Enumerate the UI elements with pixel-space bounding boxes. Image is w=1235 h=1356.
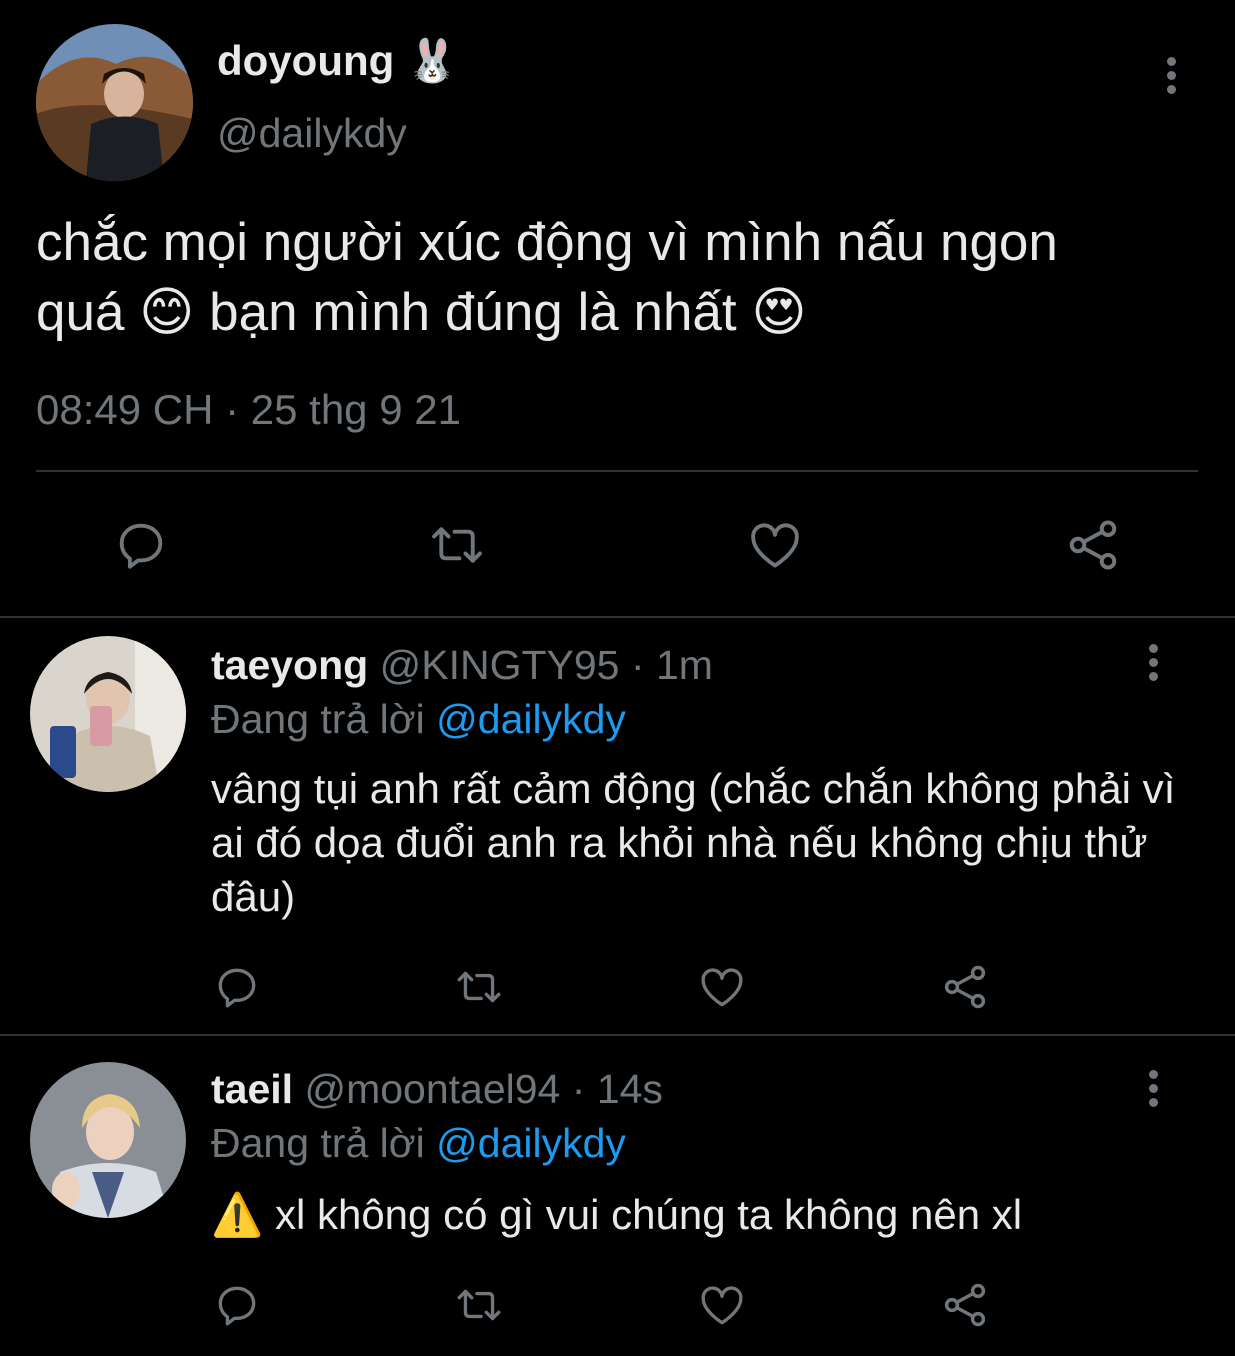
tweet-text: chắc mọi người xúc động vì mình nấu ngon… — [36, 208, 1196, 348]
user-handle[interactable]: @moontael94 — [304, 1066, 560, 1112]
display-name-text[interactable]: doyoung — [217, 37, 394, 85]
user-handle[interactable]: @KINGTY95 — [380, 642, 620, 688]
reply-button[interactable] — [108, 512, 174, 578]
reply-button[interactable] — [208, 958, 266, 1016]
replying-to-label: Đang trả lời — [211, 1120, 425, 1166]
reply-tweet[interactable]: taeil @moontael94 · 14s Đang trả lời @da… — [0, 1036, 1235, 1356]
display-name[interactable]: taeil — [211, 1066, 293, 1112]
tweet-text-segment: bạn mình đúng là nhất — [209, 283, 737, 342]
retweet-button[interactable] — [450, 958, 508, 1016]
share-icon — [1069, 520, 1117, 570]
more-options-icon[interactable] — [1163, 57, 1179, 97]
tweet-text-segment: quá — [36, 283, 125, 342]
display-name[interactable]: taeyong — [211, 642, 368, 688]
like-button[interactable] — [742, 512, 808, 578]
retweet-icon — [457, 1289, 501, 1321]
divider — [36, 470, 1198, 472]
tweet-text-line: quá 😊 bạn mình đúng là nhất 😍 — [36, 278, 1196, 348]
replying-to-label: Đang trả lời — [211, 696, 425, 742]
share-icon — [944, 1283, 986, 1327]
avatar[interactable] — [30, 636, 186, 792]
more-options-icon[interactable] — [1145, 1070, 1161, 1110]
reply-icon — [119, 523, 163, 569]
tweet-timestamp[interactable]: 08:49 CH · 25 thg 9 21 — [36, 386, 461, 434]
retweet-icon — [432, 527, 482, 563]
reply-timestamp[interactable]: 14s — [597, 1066, 663, 1112]
reply-timestamp[interactable]: 1m — [656, 642, 713, 688]
replying-to: Đang trả lời @dailykdy — [211, 1120, 626, 1167]
main-tweet: doyoung 🐰 @dailykdy chắc mọi người xúc đ… — [0, 0, 1235, 616]
reply-header: taeyong @KINGTY95 · 1m — [211, 642, 713, 689]
display-name[interactable]: doyoung 🐰 — [217, 36, 459, 86]
reply-text: ⚠️ xl không có gì vui chúng ta không nên… — [211, 1188, 1201, 1242]
share-button[interactable] — [936, 958, 994, 1016]
reply-text: vâng tụi anh rất cảm động (chắc chắn khô… — [211, 765, 1176, 920]
share-button[interactable] — [936, 1276, 994, 1334]
reply-icon — [218, 1286, 256, 1326]
reply-header: taeil @moontael94 · 14s — [211, 1066, 663, 1113]
heart-icon — [701, 968, 743, 1007]
like-button[interactable] — [693, 1276, 751, 1334]
mention-link[interactable]: @dailykdy — [436, 696, 626, 742]
heart-icon — [751, 523, 799, 568]
retweet-button[interactable] — [424, 512, 490, 578]
mention-link[interactable]: @dailykdy — [436, 1120, 626, 1166]
avatar[interactable] — [36, 24, 193, 181]
separator-dot: · — [571, 1066, 586, 1112]
separator-dot: · — [630, 642, 645, 688]
reply-text-content: xl không có gì vui chúng ta không nên xl — [274, 1191, 1023, 1238]
heart-icon — [701, 1286, 743, 1325]
share-button[interactable] — [1060, 512, 1126, 578]
tweet-text-line: chắc mọi người xúc động vì mình nấu ngon — [36, 213, 1058, 272]
retweet-icon — [457, 971, 501, 1003]
avatar[interactable] — [30, 1062, 186, 1218]
user-handle[interactable]: @dailykdy — [217, 110, 407, 157]
rabbit-icon: 🐰 — [406, 36, 459, 85]
reply-icon — [218, 968, 256, 1008]
replying-to: Đang trả lời @dailykdy — [211, 696, 626, 743]
share-icon — [944, 965, 986, 1009]
more-options-icon[interactable] — [1145, 644, 1161, 684]
reply-button[interactable] — [208, 1276, 266, 1334]
smiling-face-icon: 😊 — [139, 282, 195, 343]
retweet-button[interactable] — [450, 1276, 508, 1334]
like-button[interactable] — [693, 958, 751, 1016]
reply-tweet[interactable]: taeyong @KINGTY95 · 1m Đang trả lời @dai… — [0, 618, 1235, 1034]
warning-icon: ⚠️ — [211, 1190, 264, 1239]
heart-eyes-icon: 😍 — [751, 282, 807, 343]
